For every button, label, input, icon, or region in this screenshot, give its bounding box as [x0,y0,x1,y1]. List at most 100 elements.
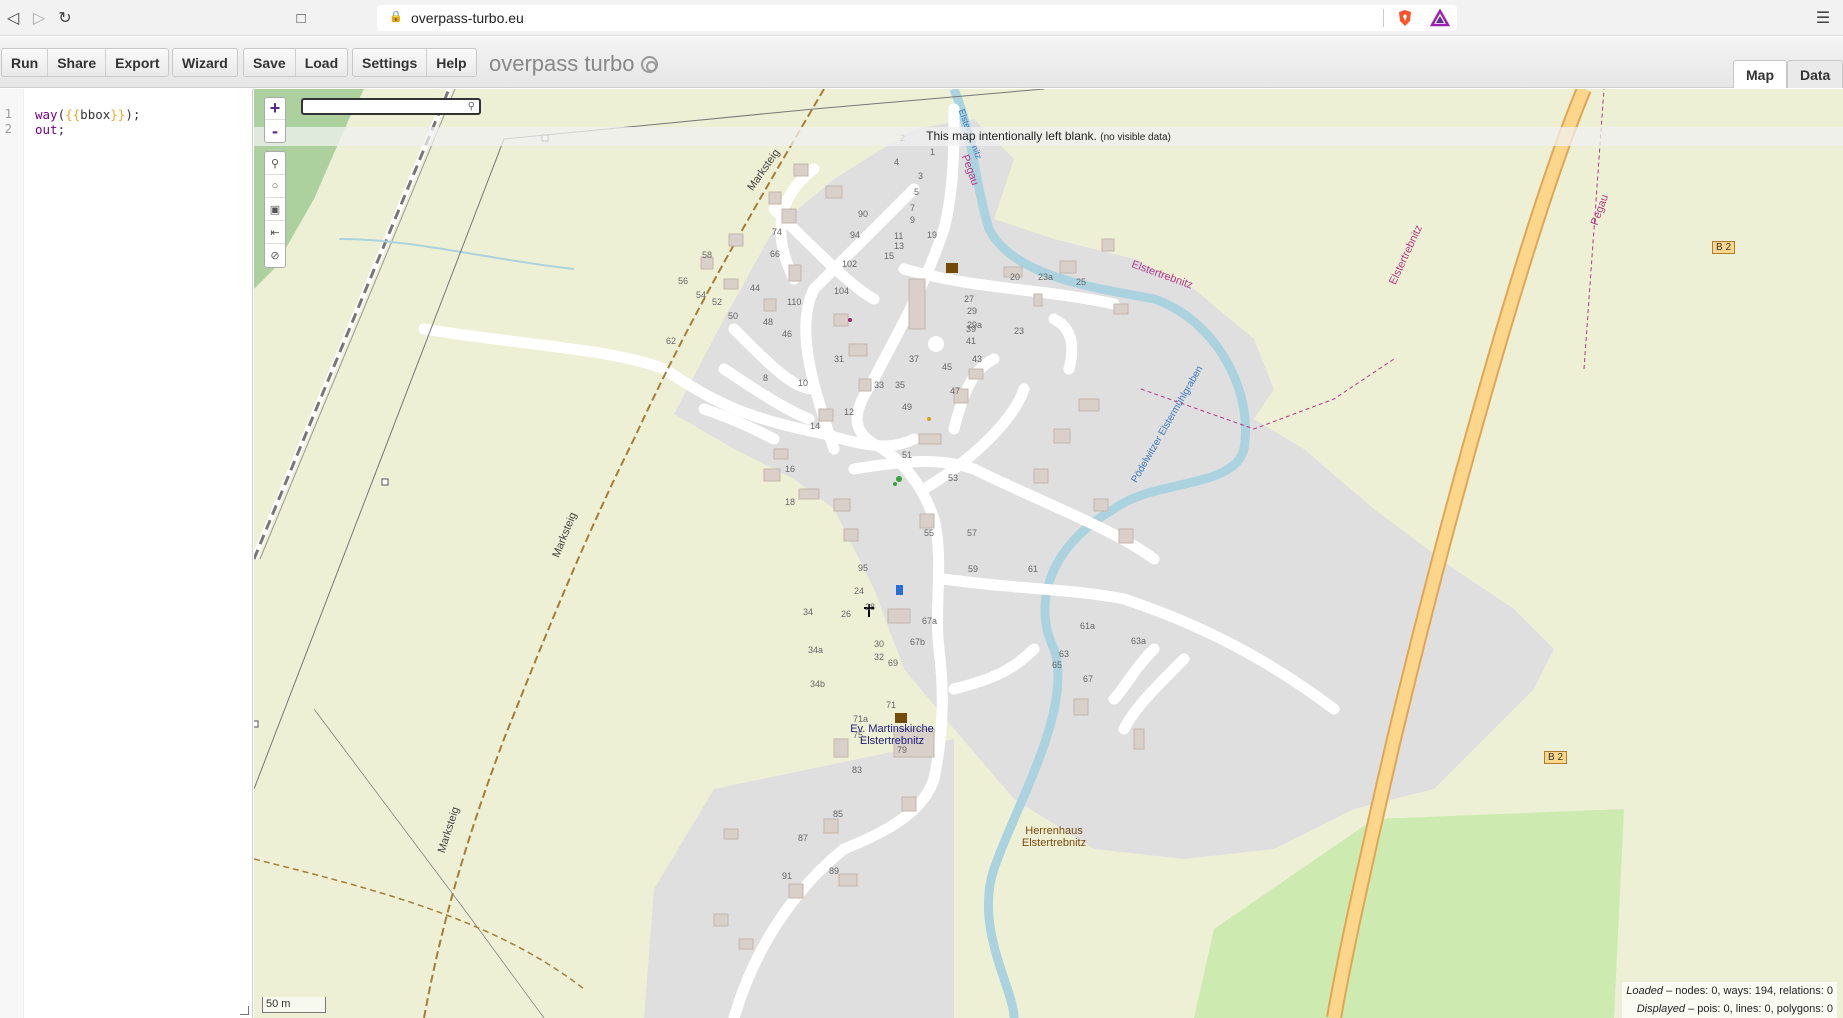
house-number: 52 [712,297,723,307]
bookmark-icon[interactable]: □ [290,7,312,29]
tab-data[interactable]: Data [1787,60,1843,88]
browser-toolbar: ◁ ▷ ↻ □ 🔒 overpass-turbo.eu ☰ [0,0,1843,36]
share-button[interactable]: Share [48,49,107,76]
blank-message: This map intentionally left blank. [926,129,1097,143]
back-icon[interactable]: ◁ [2,7,24,29]
house-number: 13 [894,241,905,251]
house-number: 15 [884,251,895,261]
house-number: 43 [972,354,983,364]
blank-note: (no visible data) [1100,132,1171,143]
app-title-text: overpass turbo [489,51,635,76]
house-number: 67 [1083,674,1094,684]
run-button[interactable]: Run [2,49,49,76]
house-number: 57 [967,528,978,538]
house-number: 24 [854,586,865,596]
house-number: 7 [910,203,916,213]
house-number: 67a [922,616,938,626]
house-number: 25 [1076,277,1087,287]
screenshot-icon[interactable]: ▣ [265,198,285,221]
house-number: 62 [666,336,677,346]
zoom-out-button[interactable]: - [265,120,285,142]
no-data-icon[interactable]: ⊘ [265,244,285,267]
house-number: 48 [763,317,774,327]
house-number: 9 [910,215,916,225]
house-number: 44 [750,283,761,293]
lock-icon: 🔒 [389,11,403,23]
house-number: 34a [808,645,824,655]
house-number: 65 [1052,660,1063,670]
house-number: 67b [910,637,926,647]
map-tiles [254,89,1843,1018]
house-number: 87 [798,833,809,843]
stats-loaded: Loaded – nodes: 0, ways: 194, relations:… [1626,985,1833,997]
house-number: 5 [914,187,920,197]
settings-button[interactable]: Settings [353,49,428,76]
app-toolbar: Run Share Export Wizard Save Load Settin… [0,37,1843,88]
locate-icon[interactable]: ○ [265,175,285,198]
house-number: 71 [886,700,897,710]
house-number: 83 [852,765,863,775]
house-number: 34 [803,607,814,617]
reload-icon[interactable]: ↻ [54,7,76,29]
house-number: 63 [1059,649,1070,659]
help-button[interactable]: Help [427,49,475,76]
line-number: 1 [4,107,12,121]
road-shield: B 2 [1544,751,1568,764]
house-number: 31 [834,354,845,364]
map-status-message: This map intentionally left blank. (no v… [254,127,1843,146]
house-number: 3 [918,171,924,181]
rewards-icon[interactable] [1429,8,1451,28]
house-number: 26 [841,609,852,619]
address-bar[interactable]: 🔒 overpass-turbo.eu [377,5,1457,31]
code-line-2[interactable]: out; [35,122,65,137]
house-number: 91 [782,871,793,881]
wizard-button[interactable]: Wizard [173,49,237,76]
house-number: 54 [696,290,707,300]
house-number: 11 [894,231,904,241]
house-number: 14 [810,421,821,431]
house-number: 27 [964,294,975,304]
house-number: 71a [853,714,869,724]
manor-label: Herrenhaus Elstertrebnitz [1021,825,1087,849]
house-number: 23 [1014,326,1025,336]
house-number: 18 [785,497,796,507]
tab-map[interactable]: Map [1733,60,1787,88]
house-number: 49 [902,402,913,412]
run-group: Run Share Export [1,48,170,77]
settings-help-group: Settings Help [352,48,477,77]
house-number: 37 [909,354,920,364]
zoom-control: + - [264,97,286,143]
map-search-input[interactable]: ⚲ [301,98,481,115]
load-button[interactable]: Load [296,49,347,76]
house-number: 95 [858,563,869,573]
road-shield: B 2 [1712,241,1736,254]
search-icon: ⚲ [467,101,475,112]
fullscreen-icon[interactable]: ⇤ [265,221,285,244]
app-title: overpass turbo [489,51,658,77]
house-number: 29 [967,306,978,316]
query-editor[interactable]: 1 2 way({{bbox}}); out; [0,89,253,1018]
map-stats: Loaded – nodes: 0, ways: 194, relations:… [1622,982,1837,1018]
line-number: 2 [4,122,12,136]
menu-icon[interactable]: ☰ [1812,7,1834,29]
scale-bar: 50 m [262,997,326,1013]
house-number: 94 [850,230,861,240]
resize-handle[interactable] [240,1006,249,1015]
house-number: 35 [895,380,906,390]
brave-shield-icon[interactable] [1395,8,1415,28]
stats-displayed: Displayed – pois: 0, lines: 0, polygons:… [1636,1003,1833,1015]
wizard-group: Wizard [172,48,238,77]
save-button[interactable]: Save [244,49,296,76]
code-line-1[interactable]: way({{bbox}}); [35,107,140,122]
house-number: 63a [1131,636,1147,646]
house-number: 10 [798,378,809,388]
map-tools: ⚲ ○ ▣ ⇤ ⊘ [264,151,286,268]
zoom-in-button[interactable]: + [265,98,285,120]
map-view[interactable]: Marksteig Marksteig Marksteig Elstertreb… [254,89,1843,1018]
house-number: 61a [1080,621,1096,631]
forward-icon[interactable]: ▷ [28,7,50,29]
zoom-to-data-icon[interactable]: ⚲ [265,152,285,175]
house-number: 61 [1028,564,1039,574]
export-button[interactable]: Export [106,49,168,76]
house-number: 74 [772,227,783,237]
